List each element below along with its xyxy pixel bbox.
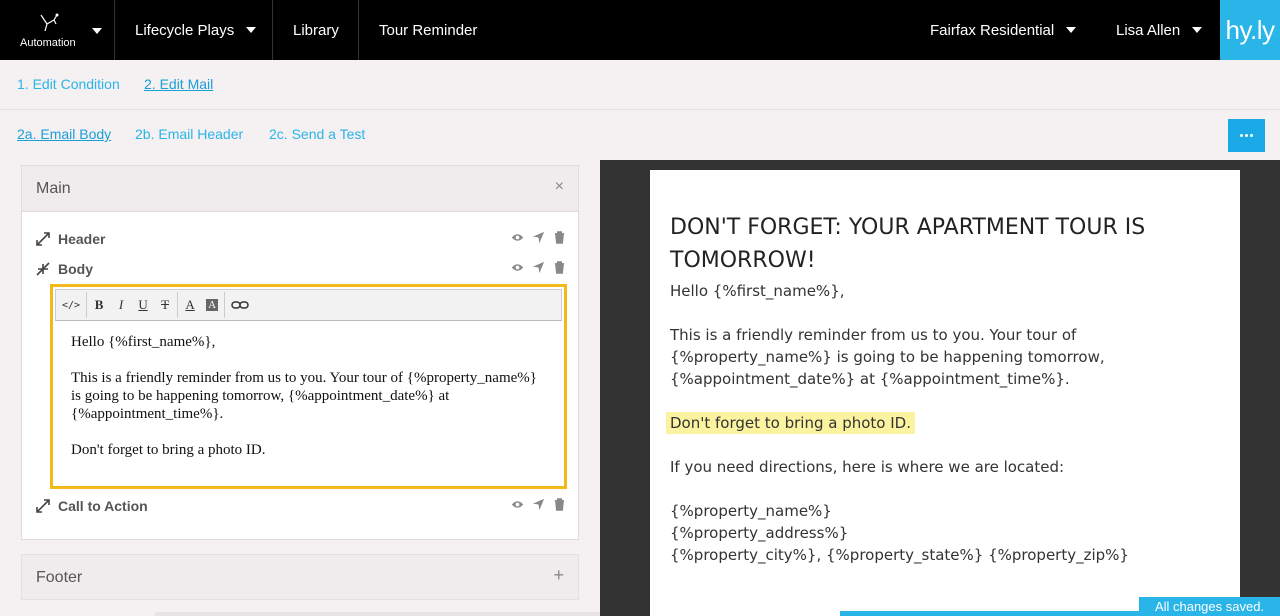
toolbar-group-code: </> <box>56 292 88 318</box>
substep-bar: 2a. Email Body 2b. Email Header 2c. Send… <box>0 110 1280 160</box>
close-icon[interactable]: × <box>555 178 564 196</box>
library-label: Library <box>293 21 339 39</box>
more-icon-dot <box>1245 134 1248 137</box>
background-color-button[interactable]: A <box>206 299 219 311</box>
collapse-icon[interactable] <box>36 262 50 276</box>
tab-edit-condition[interactable]: 1. Edit Condition <box>17 76 120 92</box>
trash-icon[interactable] <box>553 231 566 244</box>
block-header-label: Header <box>58 231 106 247</box>
editor-photo-reminder: Don't forget to bring a photo ID. <box>71 442 266 458</box>
hyly-logo[interactable]: hy.ly <box>1220 0 1280 60</box>
editor-content[interactable]: Hello {%first_name%}, This is a friendly… <box>71 333 541 477</box>
user-menu[interactable]: Lisa Allen <box>1116 0 1203 60</box>
tab-edit-mail[interactable]: 2. Edit Mail <box>144 76 213 92</box>
nav-divider <box>358 0 359 60</box>
preview-address-line1: {%property_name%} <box>670 502 832 520</box>
strikethrough-button[interactable]: T <box>159 297 171 313</box>
code-view-button[interactable]: </> <box>62 300 80 311</box>
automation-label: Automation <box>20 36 76 49</box>
email-preview-panel: DON'T FORGET: YOUR APARTMENT TOUR IS TOM… <box>600 160 1280 616</box>
main-section: Main × Header Body </> B I U T A A Hello… <box>21 165 579 540</box>
automation-icon <box>40 13 59 31</box>
send-icon[interactable] <box>532 261 545 274</box>
preview-body: Hello {%first_name%}, This is a friendly… <box>666 280 1220 566</box>
chevron-down-icon <box>92 28 102 34</box>
email-preview-card: DON'T FORGET: YOUR APARTMENT TOUR IS TOM… <box>650 170 1240 616</box>
editor-panel: Main × Header Body </> B I U T A A Hello… <box>0 160 600 616</box>
body-actions <box>511 261 566 274</box>
nav-divider <box>272 0 273 60</box>
editor-greeting: Hello {%first_name%}, <box>71 334 216 350</box>
link-icon[interactable] <box>231 299 249 311</box>
toolbar-group-link <box>225 292 255 318</box>
underline-button[interactable]: U <box>137 297 149 313</box>
tab-email-header[interactable]: 2b. Email Header <box>135 126 243 142</box>
italic-button[interactable]: I <box>115 297 127 313</box>
nav-divider <box>114 0 115 60</box>
main-section-header[interactable]: Main × <box>22 166 578 212</box>
preview-address-line3: {%property_city%}, {%property_state%} {%… <box>670 546 1129 564</box>
eye-icon[interactable] <box>511 498 524 511</box>
plus-icon[interactable]: + <box>553 565 564 586</box>
save-status-badge: All changes saved. <box>1139 597 1280 616</box>
main-section-title: Main <box>36 180 71 197</box>
font-color-button[interactable]: A <box>184 297 196 313</box>
bold-button[interactable]: B <box>93 297 105 313</box>
eye-icon[interactable] <box>511 261 524 274</box>
toolbar-group-format: B I U T <box>87 292 179 318</box>
step-bar: 1. Edit Condition 2. Edit Mail <box>0 60 1280 110</box>
tab-send-test[interactable]: 2c. Send a Test <box>269 126 365 142</box>
property-selector[interactable]: Fairfax Residential <box>930 0 1077 60</box>
toolbar-group-color: A A <box>178 292 226 318</box>
preview-title: DON'T FORGET: YOUR APARTMENT TOUR IS TOM… <box>670 215 1146 273</box>
more-options-button[interactable] <box>1228 119 1265 152</box>
tour-reminder-label: Tour Reminder <box>379 21 478 39</box>
property-label: Fairfax Residential <box>930 21 1055 39</box>
editor-paragraph: This is a friendly reminder from us to y… <box>71 370 537 422</box>
footer-section[interactable]: Footer + <box>21 554 579 600</box>
chevron-down-icon <box>246 27 257 33</box>
preview-paragraph: This is a friendly reminder from us to y… <box>670 326 1105 388</box>
body-rich-text-editor[interactable]: </> B I U T A A Hello {%first_name%}, Th… <box>50 284 567 489</box>
lifecycle-plays-label: Lifecycle Plays <box>135 21 235 39</box>
preview-directions: If you need directions, here is where we… <box>670 458 1065 476</box>
send-icon[interactable] <box>532 231 545 244</box>
footer-section-title: Footer <box>36 569 83 586</box>
tour-reminder-link[interactable]: Tour Reminder <box>379 0 477 60</box>
preview-highlight: Don't forget to bring a photo ID. <box>666 412 915 434</box>
automation-menu[interactable]: Automation <box>0 0 114 60</box>
block-body-label: Body <box>58 261 93 277</box>
scroll-shadow <box>155 612 600 616</box>
editor-toolbar: </> B I U T A A <box>55 289 562 321</box>
chevron-down-icon <box>1066 27 1077 33</box>
block-header: Header <box>36 229 566 249</box>
block-cta-label: Call to Action <box>58 498 148 514</box>
block-call-to-action: Call to Action <box>36 496 566 516</box>
user-name: Lisa Allen <box>1116 21 1181 39</box>
trash-icon[interactable] <box>553 261 566 274</box>
header-actions <box>511 231 566 244</box>
expand-icon[interactable] <box>36 499 50 513</box>
chevron-down-icon <box>1192 27 1203 33</box>
block-body: Body <box>36 259 566 279</box>
tab-email-body[interactable]: 2a. Email Body <box>17 126 111 142</box>
preview-cta-button[interactable] <box>840 611 1140 616</box>
eye-icon[interactable] <box>511 231 524 244</box>
top-navigation: Automation Lifecycle Plays Library Tour … <box>0 0 1280 60</box>
send-icon[interactable] <box>532 498 545 511</box>
preview-greeting: Hello {%first_name%}, <box>670 282 845 300</box>
trash-icon[interactable] <box>553 498 566 511</box>
cta-actions <box>511 498 566 511</box>
more-icon <box>1240 134 1243 137</box>
expand-icon[interactable] <box>36 232 50 246</box>
library-link[interactable]: Library <box>293 0 339 60</box>
preview-address-line2: {%property_address%} <box>670 524 849 542</box>
lifecycle-plays-menu[interactable]: Lifecycle Plays <box>135 0 257 60</box>
more-icon-dot <box>1250 134 1253 137</box>
